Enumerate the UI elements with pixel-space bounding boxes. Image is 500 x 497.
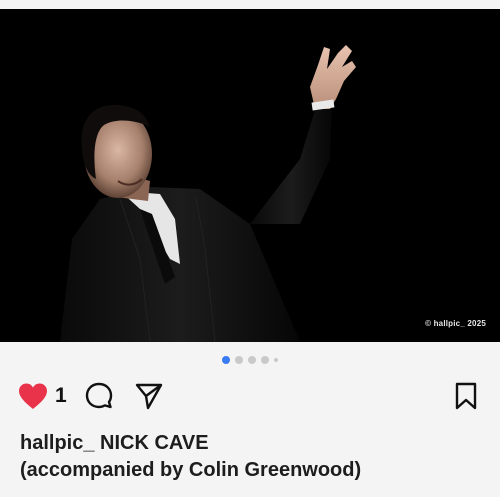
paper-plane-icon <box>135 383 163 410</box>
carousel-dot-4 <box>261 356 269 364</box>
carousel-dot-3 <box>248 356 256 364</box>
performer-photo-illustration <box>0 9 500 342</box>
like-button[interactable] <box>17 380 49 412</box>
post-photo[interactable]: © hallpic_ 2025 <box>0 9 500 342</box>
carousel-dot-1 <box>222 356 230 364</box>
caption-text-line1: NICK CAVE <box>100 432 209 454</box>
comment-button[interactable] <box>84 380 114 412</box>
comment-bubble-icon <box>85 382 113 409</box>
like-count[interactable]: 1 <box>55 380 67 412</box>
post-caption: hallpic_ NICK CAVE (accompanied by Colin… <box>20 430 490 484</box>
save-button[interactable] <box>452 380 480 412</box>
caption-username[interactable]: hallpic_ <box>20 432 100 454</box>
heart-icon <box>19 383 47 409</box>
bookmark-icon <box>455 382 477 410</box>
carousel-dot-2 <box>235 356 243 364</box>
caption-text-line2: (accompanied by Colin Greenwood) <box>20 459 362 481</box>
carousel-dot-5 <box>274 358 278 362</box>
carousel-indicator <box>0 355 500 365</box>
instagram-post: © hallpic_ 2025 1 hallpic_ NICK CAVE (ac… <box>0 0 500 497</box>
share-button[interactable] <box>134 380 164 412</box>
photo-watermark: © hallpic_ 2025 <box>425 319 486 328</box>
post-actions-bar: 1 <box>0 380 500 412</box>
top-strip <box>0 0 500 9</box>
